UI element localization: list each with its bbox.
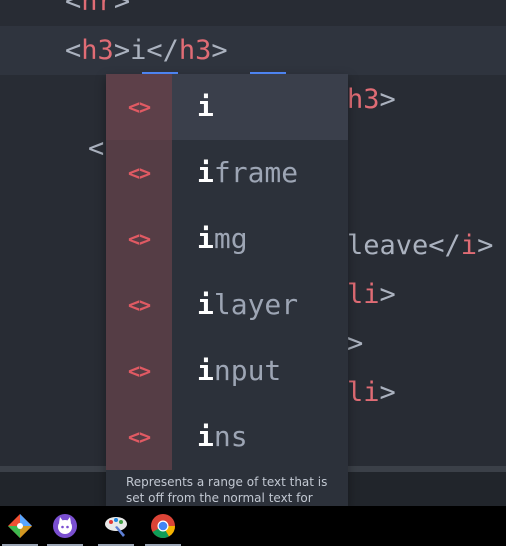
angle-bracket: <: [65, 0, 82, 17]
tag-name: h3: [178, 35, 212, 66]
html-tag-icon: <>: [127, 161, 151, 185]
tag-name: i: [460, 230, 478, 261]
suggestion-label: ins: [197, 420, 248, 453]
suggestion-label: input: [197, 354, 282, 387]
tag-name: h3: [81, 35, 114, 66]
suggestion-i[interactable]: <> i: [106, 74, 348, 140]
suggestion-label: ilayer: [197, 288, 299, 321]
html-tag-icon: <>: [127, 425, 151, 449]
angle-bracket: >: [379, 377, 396, 408]
text-content: leave: [347, 230, 429, 261]
suggestion-label: iframe: [197, 156, 299, 189]
suggestion-input[interactable]: <> input: [106, 338, 348, 404]
taskbar-chrome-button[interactable]: [143, 506, 183, 546]
suggestion-label: i: [197, 90, 214, 123]
git-icon: [8, 514, 32, 538]
taskbar-github-desktop-button[interactable]: [45, 506, 85, 546]
tag-name: hr: [81, 0, 114, 17]
suggestion-img[interactable]: <> img: [106, 206, 348, 272]
code-line[interactable]: leave</i>: [347, 221, 506, 270]
tag-name: li: [347, 279, 380, 310]
chrome-icon: [151, 514, 175, 539]
autocomplete-popup[interactable]: <> i <> iframe <> img <> ilayer <> input…: [106, 74, 348, 506]
angle-bracket: >: [477, 230, 494, 261]
taskbar-git-button[interactable]: [0, 506, 40, 546]
paint-tool-icon: [105, 517, 127, 537]
github-desktop-icon: [53, 514, 77, 538]
tag-name: li: [347, 377, 380, 408]
angle-bracket: >: [113, 0, 131, 17]
code-line[interactable]: h3>: [347, 75, 506, 124]
angle-bracket: >: [347, 328, 364, 359]
suggestion-ins[interactable]: <> ins: [106, 404, 348, 470]
angle-bracket: </: [428, 230, 461, 261]
code-line[interactable]: li>: [347, 270, 506, 319]
suggestion-description: Represents a range of text that is set o…: [126, 475, 328, 505]
html-tag-icon: <>: [127, 293, 151, 317]
tag-name: h3: [347, 84, 380, 115]
angle-bracket: >: [113, 35, 131, 66]
html-tag-icon: <>: [127, 359, 151, 383]
suggestion-ilayer[interactable]: <> ilayer: [106, 272, 348, 338]
angle-bracket: <: [88, 133, 105, 164]
html-tag-icon: <>: [127, 227, 151, 251]
angle-bracket: <: [65, 35, 82, 66]
code-line[interactable]: li>: [347, 368, 506, 417]
angle-bracket: >: [211, 35, 228, 66]
code-line[interactable]: >: [347, 319, 506, 368]
suggestion-iframe[interactable]: <> iframe: [106, 140, 348, 206]
suggestion-label: img: [197, 222, 248, 255]
angle-bracket: >: [379, 84, 396, 115]
angle-bracket: >: [379, 279, 396, 310]
taskbar: [0, 506, 506, 546]
code-line-hr[interactable]: <hr>: [0, 0, 506, 26]
html-tag-icon: <>: [106, 74, 172, 140]
taskbar-paint-button[interactable]: [96, 506, 136, 546]
typed-text: i: [130, 35, 147, 66]
screen: <hr> <h3>i</h3> h3> < leave</i> li> > li…: [0, 0, 506, 546]
angle-bracket: </: [146, 35, 179, 66]
code-line-current[interactable]: <h3>i</h3>: [0, 26, 506, 75]
